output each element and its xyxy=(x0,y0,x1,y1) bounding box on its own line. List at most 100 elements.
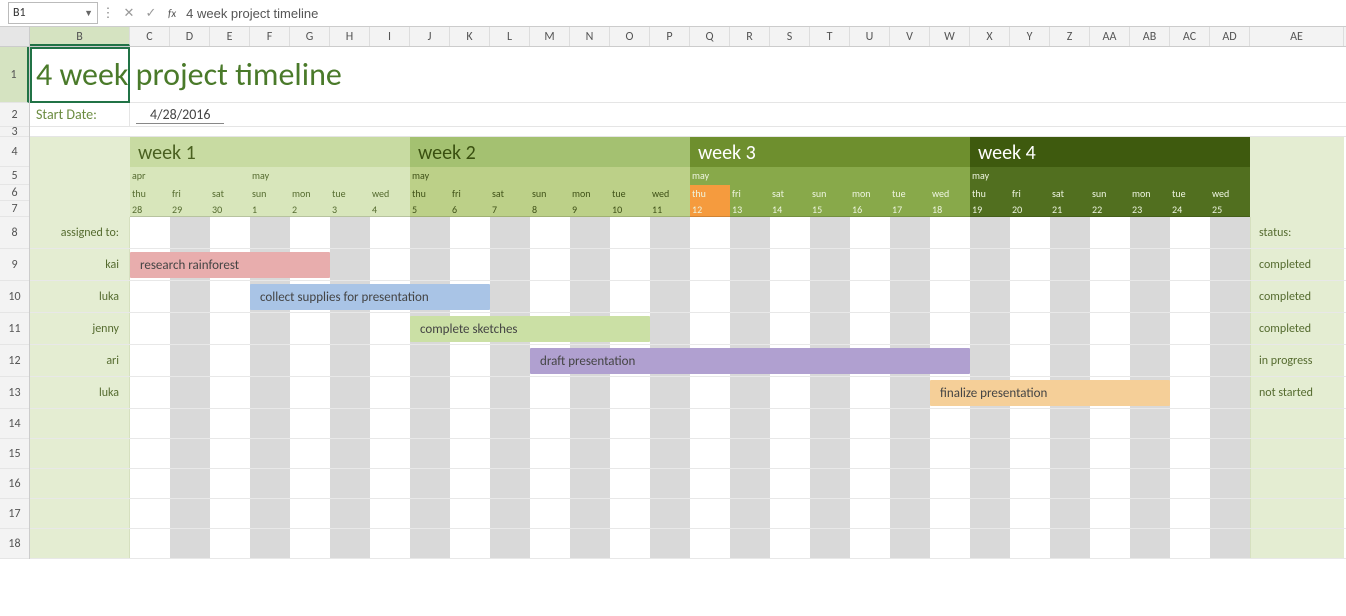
week-header-band: week 1 aprmay thufrisatsunmontuewed 2829… xyxy=(30,137,1346,217)
col-header-V[interactable]: V xyxy=(890,27,930,46)
empty-assignee[interactable] xyxy=(30,439,130,468)
col-header-F[interactable]: F xyxy=(250,27,290,46)
col-header-AE[interactable]: AE xyxy=(1250,27,1344,46)
empty-status[interactable] xyxy=(1250,499,1344,528)
empty-assignee[interactable] xyxy=(30,499,130,528)
col-header-O[interactable]: O xyxy=(610,27,650,46)
col-header-P[interactable]: P xyxy=(650,27,690,46)
col-header-D[interactable]: D xyxy=(170,27,210,46)
row-header-5[interactable]: 5 xyxy=(0,167,29,185)
empty-status[interactable] xyxy=(1250,409,1344,438)
col-header-Z[interactable]: Z xyxy=(1050,27,1090,46)
col-header-M[interactable]: M xyxy=(530,27,570,46)
day-bg xyxy=(1210,377,1250,408)
col-header-Q[interactable]: Q xyxy=(690,27,730,46)
row-header-12[interactable]: 12 xyxy=(0,345,29,377)
formula-input[interactable] xyxy=(182,6,1346,21)
row-header-9[interactable]: 9 xyxy=(0,249,29,281)
col-header-C[interactable]: C xyxy=(130,27,170,46)
empty-assignee[interactable] xyxy=(30,409,130,438)
status-cell[interactable]: completed xyxy=(1250,249,1344,280)
empty-status[interactable] xyxy=(1250,469,1344,498)
col-header-Y[interactable]: Y xyxy=(1010,27,1050,46)
col-header-AB[interactable]: AB xyxy=(1130,27,1170,46)
days-track[interactable]: collect supplies for presentation xyxy=(130,281,1250,312)
row-header-10[interactable]: 10 xyxy=(0,281,29,313)
col-header-T[interactable]: T xyxy=(810,27,850,46)
col-header-AD[interactable]: AD xyxy=(1210,27,1250,46)
days-track[interactable]: finalize presentation xyxy=(130,377,1250,408)
task-bar[interactable]: draft presentation xyxy=(530,348,970,374)
col-header-R[interactable]: R xyxy=(730,27,770,46)
sheet-content[interactable]: 4 week project timeline Start Date: 4/28… xyxy=(30,47,1346,559)
days-track[interactable] xyxy=(130,499,1250,528)
cell-B1[interactable]: 4 week project timeline xyxy=(30,47,130,102)
col-header-X[interactable]: X xyxy=(970,27,1010,46)
row-header-14[interactable]: 14 xyxy=(0,409,29,439)
days-track[interactable]: draft presentation xyxy=(130,345,1250,376)
row-header-1[interactable]: 1 xyxy=(0,47,29,103)
row-header-18[interactable]: 18 xyxy=(0,529,29,559)
formula-bar-separator: ⋮ xyxy=(98,6,118,21)
task-bar[interactable]: finalize presentation xyxy=(930,380,1170,406)
row-header-11[interactable]: 11 xyxy=(0,313,29,345)
select-all-corner[interactable] xyxy=(0,27,30,46)
col-header-L[interactable]: L xyxy=(490,27,530,46)
row-header-16[interactable]: 16 xyxy=(0,469,29,499)
assignee-cell[interactable]: luka xyxy=(30,281,130,312)
empty-assignee[interactable] xyxy=(30,469,130,498)
status-cell[interactable]: completed xyxy=(1250,313,1344,344)
row-header-15[interactable]: 15 xyxy=(0,439,29,469)
accept-formula-icon[interactable]: ✓ xyxy=(140,6,162,21)
name-box[interactable]: B1 ▼ xyxy=(8,2,98,24)
row-header-8[interactable]: 8 xyxy=(0,217,29,249)
assignee-cell[interactable]: jenny xyxy=(30,313,130,344)
assignee-cell[interactable]: kai xyxy=(30,249,130,280)
col-header-B[interactable]: B xyxy=(30,27,130,46)
cell-B2[interactable]: Start Date: xyxy=(30,103,130,126)
row-header-3[interactable]: 3 xyxy=(0,127,29,137)
cancel-formula-icon[interactable]: ✕ xyxy=(118,6,140,21)
status-cell[interactable]: not started xyxy=(1250,377,1344,408)
row-header-4[interactable]: 4 xyxy=(0,137,29,167)
column-headers: BCDEFGHIJKLMNOPQRSTUVWXYZAAABACADAE xyxy=(0,27,1346,47)
col-header-AA[interactable]: AA xyxy=(1090,27,1130,46)
days-track[interactable]: research rainforest xyxy=(130,249,1250,280)
day-bg xyxy=(970,439,1010,468)
assignee-cell[interactable]: ari xyxy=(30,345,130,376)
col-header-AC[interactable]: AC xyxy=(1170,27,1210,46)
col-header-S[interactable]: S xyxy=(770,27,810,46)
fx-icon[interactable]: fx xyxy=(162,7,182,20)
days-track[interactable] xyxy=(130,529,1250,558)
days-track[interactable]: complete sketches xyxy=(130,313,1250,344)
day-bg xyxy=(130,469,170,498)
col-header-E[interactable]: E xyxy=(210,27,250,46)
col-header-K[interactable]: K xyxy=(450,27,490,46)
row-header-6[interactable]: 6 xyxy=(0,185,29,201)
empty-status[interactable] xyxy=(1250,439,1344,468)
empty-assignee[interactable] xyxy=(30,529,130,558)
col-header-H[interactable]: H xyxy=(330,27,370,46)
col-header-W[interactable]: W xyxy=(930,27,970,46)
row-header-17[interactable]: 17 xyxy=(0,499,29,529)
col-header-N[interactable]: N xyxy=(570,27,610,46)
empty-status[interactable] xyxy=(1250,529,1344,558)
days-track[interactable] xyxy=(130,439,1250,468)
row-header-7[interactable]: 7 xyxy=(0,201,29,217)
col-header-J[interactable]: J xyxy=(410,27,450,46)
task-bar[interactable]: collect supplies for presentation xyxy=(250,284,490,310)
days-track[interactable] xyxy=(130,409,1250,438)
col-header-I[interactable]: I xyxy=(370,27,410,46)
status-cell[interactable]: completed xyxy=(1250,281,1344,312)
days-track[interactable] xyxy=(130,469,1250,498)
row-header-2[interactable]: 2 xyxy=(0,103,29,127)
name-box-dropdown-icon[interactable]: ▼ xyxy=(84,8,93,19)
status-cell[interactable]: in progress xyxy=(1250,345,1344,376)
col-header-U[interactable]: U xyxy=(850,27,890,46)
task-bar[interactable]: complete sketches xyxy=(410,316,650,342)
row-header-13[interactable]: 13 xyxy=(0,377,29,409)
task-bar[interactable]: research rainforest xyxy=(130,252,330,278)
cell-C2[interactable]: 4/28/2016 xyxy=(130,103,290,126)
col-header-G[interactable]: G xyxy=(290,27,330,46)
assignee-cell[interactable]: luka xyxy=(30,377,130,408)
